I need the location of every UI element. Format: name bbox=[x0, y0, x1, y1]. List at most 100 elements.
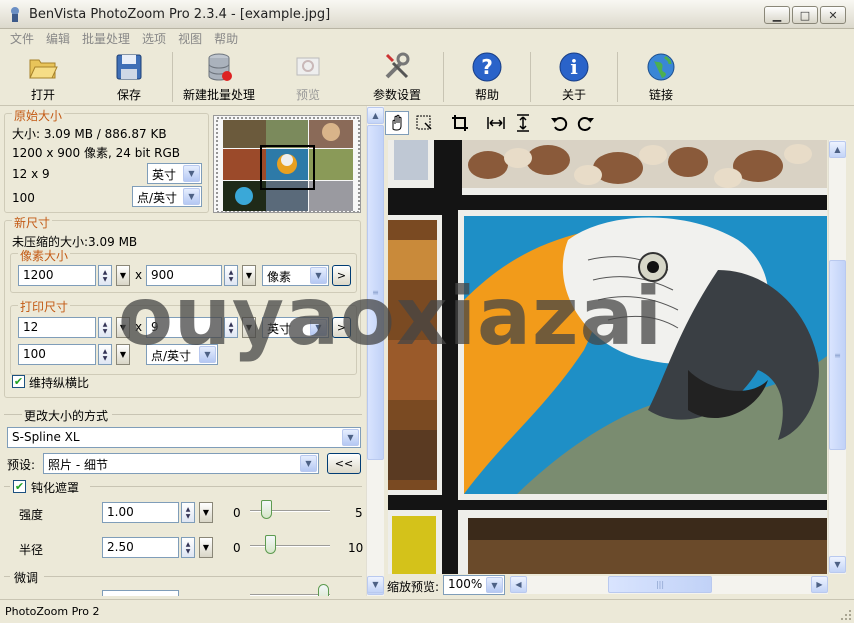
preview-hscrollbar[interactable]: ◀ ||| ▶ bbox=[510, 576, 828, 594]
preview-scroll-left-button[interactable]: ◀ bbox=[510, 576, 527, 593]
unsharp-mask-checkbox[interactable]: ✔ bbox=[13, 480, 26, 493]
chevron-down-icon: ▼ bbox=[300, 455, 317, 472]
preset-select[interactable]: 照片 - 细节 ▼ bbox=[43, 453, 319, 474]
pixel-width-input[interactable]: 1200 bbox=[18, 265, 96, 286]
chevron-down-icon: ▼ bbox=[342, 429, 359, 446]
link-button[interactable]: 链接 bbox=[618, 48, 704, 106]
radius-slider[interactable] bbox=[250, 545, 330, 547]
settings-button[interactable]: 参数设置 bbox=[351, 48, 443, 106]
close-button[interactable]: ✕ bbox=[820, 6, 846, 24]
print-width-spinner[interactable]: ▲ ▼ bbox=[98, 317, 112, 338]
menu-view[interactable]: 视图 bbox=[178, 30, 202, 47]
menu-bar: 文件 编辑 批量处理 选项 视图 帮助 bbox=[0, 29, 854, 48]
maximize-button[interactable]: □ bbox=[792, 6, 818, 24]
preview-button[interactable]: 预览 bbox=[265, 48, 351, 106]
strength-dropdown[interactable]: ▼ bbox=[199, 502, 213, 523]
database-icon bbox=[208, 53, 232, 81]
menu-batch[interactable]: 批量处理 bbox=[82, 30, 130, 47]
svg-text:i: i bbox=[570, 55, 578, 79]
print-res-input[interactable]: 100 bbox=[18, 344, 96, 365]
scroll-up-button[interactable]: ▲ bbox=[367, 107, 384, 124]
preset-toggle-button[interactable]: << bbox=[327, 453, 361, 474]
strength-input[interactable]: 1.00 bbox=[102, 502, 179, 523]
menu-help[interactable]: 帮助 bbox=[214, 30, 238, 47]
folder-open-icon bbox=[29, 59, 58, 79]
original-unit-select[interactable]: 英寸 ▼ bbox=[147, 163, 202, 184]
strength-spinner[interactable]: ▲ ▼ bbox=[181, 502, 195, 523]
strength-slider-thumb[interactable] bbox=[261, 500, 272, 519]
print-width-input[interactable]: 12 bbox=[18, 317, 96, 338]
crop-icon bbox=[452, 115, 468, 131]
view-toolbar bbox=[385, 110, 598, 136]
keep-ratio-label: 维持纵横比 bbox=[29, 376, 90, 390]
rotate-left-tool[interactable] bbox=[547, 111, 571, 135]
fit-width-icon bbox=[487, 117, 505, 129]
pixel-width-spinner[interactable]: ▲ ▼ bbox=[98, 265, 112, 286]
print-size-title: 打印尺寸 bbox=[18, 298, 71, 315]
help-button[interactable]: ? 帮助 bbox=[444, 48, 530, 106]
radius-label: 半径 bbox=[19, 543, 44, 557]
radius-slider-thumb[interactable] bbox=[265, 535, 276, 554]
marquee-icon bbox=[416, 115, 432, 130]
fine-tune-input[interactable] bbox=[102, 590, 179, 596]
globe-icon bbox=[647, 53, 675, 81]
save-button[interactable]: 保存 bbox=[86, 48, 172, 106]
panel-collapse-button[interactable]: ▼ bbox=[367, 576, 384, 593]
menu-edit[interactable]: 编辑 bbox=[46, 30, 70, 47]
preview-scroll-down-button[interactable]: ▼ bbox=[829, 556, 846, 573]
new-batch-button[interactable]: 新建批量处理 bbox=[173, 48, 265, 106]
menu-file[interactable]: 文件 bbox=[10, 30, 34, 47]
pixel-size-title: 像素大小 bbox=[18, 247, 71, 264]
info-icon: i bbox=[559, 52, 589, 82]
fine-tune-slider-thumb[interactable] bbox=[318, 584, 329, 596]
radius-spinner[interactable]: ▲ ▼ bbox=[181, 537, 195, 558]
file-size-text: 大小: 3.09 MB / 886.87 KB bbox=[12, 127, 167, 141]
title-bar: BenVista PhotoZoom Pro 2.3.4 - [example.… bbox=[0, 0, 854, 29]
toolbar: 打开 保存 新建批量处理 预览 参数设置 ? 帮助 i 关于 链接 bbox=[0, 48, 854, 106]
minimize-button[interactable]: ▁ bbox=[764, 6, 790, 24]
resize-method-select[interactable]: S-Spline XL ▼ bbox=[7, 427, 361, 448]
status-bar: PhotoZoom Pro 2 bbox=[0, 599, 854, 623]
resize-grip-icon[interactable] bbox=[840, 609, 852, 621]
original-size-title: 原始大小 bbox=[12, 107, 65, 124]
preset-label: 预设: bbox=[7, 458, 36, 472]
status-text: PhotoZoom Pro 2 bbox=[5, 605, 100, 618]
preview-vscrollbar[interactable]: ▲ ≡ ▼ bbox=[828, 140, 846, 574]
keep-ratio-checkbox[interactable]: ✔ bbox=[12, 375, 25, 388]
preview-icon bbox=[296, 57, 320, 76]
app-icon bbox=[11, 7, 19, 22]
resize-method-title: 更改大小的方式 bbox=[24, 409, 109, 423]
chevron-down-icon: ▼ bbox=[183, 165, 200, 182]
rotate-right-tool[interactable] bbox=[574, 111, 598, 135]
tools-icon bbox=[385, 52, 410, 79]
original-res-unit-select[interactable]: 点/英寸 ▼ bbox=[132, 186, 202, 207]
zoom-select[interactable]: 100% ▼ bbox=[443, 575, 505, 595]
thumbnail-navigator[interactable] bbox=[213, 115, 361, 213]
preview-vscroll-thumb[interactable]: ≡ bbox=[829, 260, 846, 450]
radius-dropdown[interactable]: ▼ bbox=[199, 537, 213, 558]
rotate-right-icon bbox=[577, 117, 594, 131]
print-res-spinner[interactable]: ▲ ▼ bbox=[98, 344, 112, 365]
window-title: BenVista PhotoZoom Pro 2.3.4 - [example.… bbox=[29, 6, 331, 22]
open-button[interactable]: 打开 bbox=[0, 48, 86, 106]
strength-label: 强度 bbox=[19, 508, 44, 522]
preview-scroll-right-button[interactable]: ▶ bbox=[811, 576, 828, 593]
preview-hscroll-thumb[interactable]: ||| bbox=[608, 576, 712, 593]
fine-tune-title: 微调 bbox=[14, 571, 39, 585]
zoom-label: 缩放预览: bbox=[387, 580, 440, 594]
chevron-down-icon: ▼ bbox=[486, 577, 503, 593]
help-icon: ? bbox=[472, 52, 502, 82]
fit-height-icon bbox=[517, 114, 529, 132]
original-res-text: 100 bbox=[12, 191, 35, 205]
marquee-tool[interactable] bbox=[412, 111, 436, 135]
crop-tool[interactable] bbox=[448, 111, 472, 135]
rotate-left-icon bbox=[551, 117, 568, 131]
fit-height-tool[interactable] bbox=[511, 111, 535, 135]
preview-scroll-up-button[interactable]: ▲ bbox=[829, 141, 846, 158]
fit-width-tool[interactable] bbox=[484, 111, 508, 135]
radius-input[interactable]: 2.50 bbox=[102, 537, 179, 558]
hand-tool[interactable] bbox=[385, 111, 409, 135]
menu-options[interactable]: 选项 bbox=[142, 30, 166, 47]
about-button[interactable]: i 关于 bbox=[531, 48, 617, 106]
watermark: ouyaoxiazai bbox=[118, 270, 663, 363]
